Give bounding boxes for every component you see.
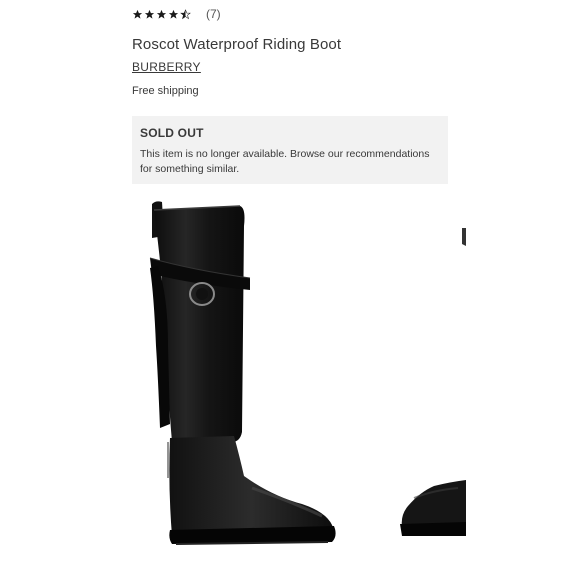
review-count[interactable]: (7) — [206, 7, 221, 21]
product-title: Roscot Waterproof Riding Boot — [132, 36, 342, 53]
stars — [132, 8, 192, 20]
star-icon — [144, 9, 155, 20]
next-product-image[interactable] — [394, 196, 466, 556]
boot-image — [149, 201, 336, 545]
product-image[interactable] — [132, 196, 352, 556]
brand-link[interactable]: BURBERRY — [132, 60, 201, 74]
star-icon — [168, 9, 179, 20]
sold-out-notice: SOLD OUT This item is no longer availabl… — [132, 116, 448, 184]
notice-title: SOLD OUT — [140, 126, 204, 140]
notice-message: This item is no longer available. Browse… — [140, 148, 430, 175]
star-icon — [132, 9, 143, 20]
star-icon — [156, 9, 167, 20]
star-rating[interactable]: (7) — [132, 7, 221, 21]
boot-image-partial — [400, 228, 466, 536]
half-star-icon — [180, 8, 191, 20]
shipping-info: Free shipping — [132, 85, 199, 97]
